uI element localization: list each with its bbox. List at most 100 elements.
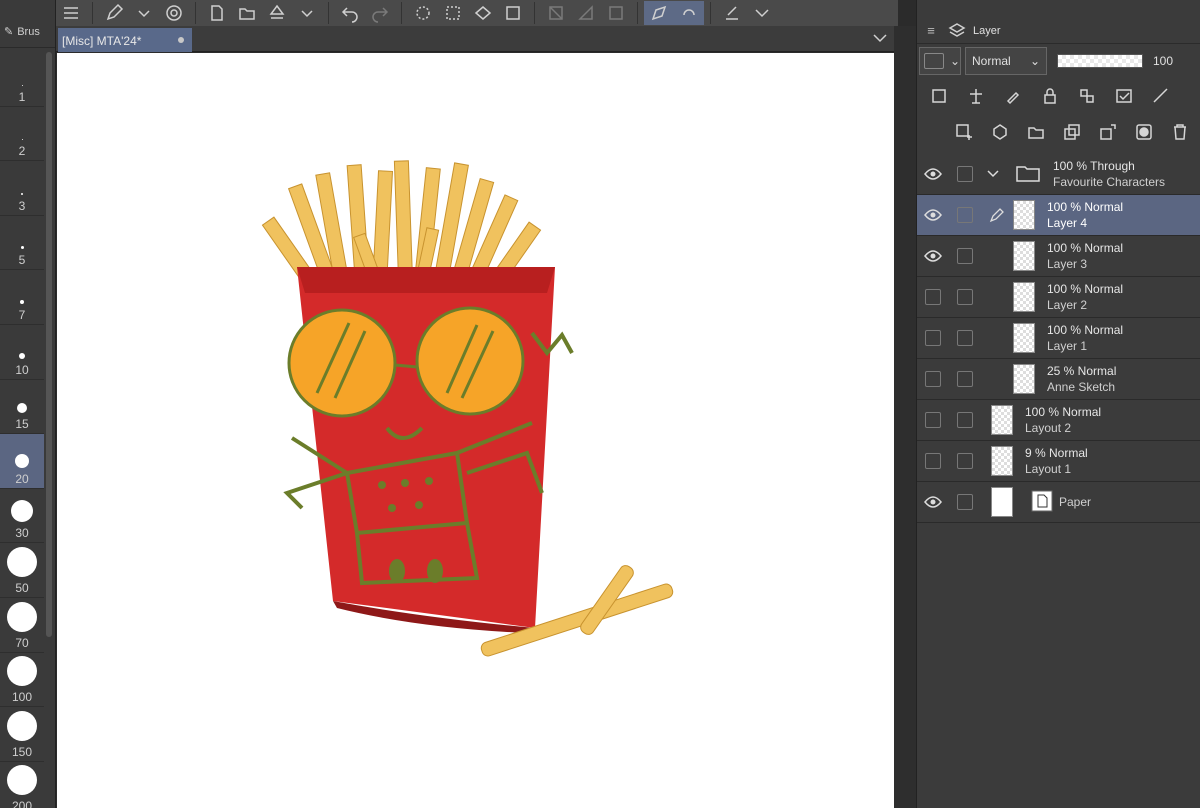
layer-row-layout2[interactable]: 100 % Normal Layout 2: [917, 400, 1200, 441]
brush-size-3[interactable]: 3: [0, 161, 44, 216]
unsaved-dot-icon[interactable]: [178, 37, 184, 43]
new-vector-layer-icon[interactable]: [988, 120, 1012, 144]
visibility-checkbox[interactable]: [917, 330, 949, 346]
layer-row-folder[interactable]: 100 % Through Favourite Characters: [917, 154, 1200, 195]
visibility-checkbox[interactable]: [917, 412, 949, 428]
menu-icon[interactable]: [56, 1, 86, 25]
select-eraser-icon[interactable]: [674, 1, 704, 25]
brush-size-2[interactable]: 2: [0, 107, 44, 162]
undo-icon[interactable]: [335, 1, 365, 25]
drawing-canvas[interactable]: [57, 53, 894, 808]
chevron-down-icon[interactable]: [292, 1, 322, 25]
layer-select-checkbox[interactable]: [957, 248, 973, 264]
eye-icon[interactable]: [917, 496, 949, 508]
opacity-slider[interactable]: [1057, 54, 1143, 68]
layer-select-checkbox[interactable]: [957, 371, 973, 387]
brush-size-1[interactable]: 1: [0, 52, 44, 107]
brush-size-10[interactable]: 10: [0, 325, 44, 380]
layer-mask-icon[interactable]: [1132, 120, 1156, 144]
transform-icon[interactable]: [468, 1, 498, 25]
crop-icon[interactable]: [498, 1, 528, 25]
layer-row-anne[interactable]: 25 % Normal Anne Sketch: [917, 359, 1200, 400]
layer-move-icon[interactable]: [717, 1, 747, 25]
brush-size-30[interactable]: 30: [0, 489, 44, 544]
edit-icon[interactable]: [99, 1, 129, 25]
mask-enable-icon[interactable]: [1112, 84, 1136, 108]
eye-icon[interactable]: [917, 250, 949, 262]
chevron-down-icon[interactable]: [985, 165, 1001, 184]
delete-layer-icon[interactable]: [1168, 120, 1192, 144]
brush-size-70[interactable]: 70: [0, 598, 44, 653]
layer-name: Favourite Characters: [1053, 175, 1166, 189]
eye-icon[interactable]: [917, 168, 949, 180]
layer-row-layout1[interactable]: 9 % Normal Layout 1: [917, 441, 1200, 482]
visibility-checkbox[interactable]: [917, 289, 949, 305]
copy-layer-icon[interactable]: [1060, 120, 1084, 144]
layer-select-checkbox[interactable]: [957, 166, 973, 182]
lock-transparency-icon[interactable]: [1075, 84, 1099, 108]
draft-layer-icon[interactable]: [1001, 84, 1025, 108]
chevron-down-icon[interactable]: [129, 1, 159, 25]
layer-select-checkbox[interactable]: [957, 494, 973, 510]
redo-icon[interactable]: [365, 1, 395, 25]
chevron-down-icon[interactable]: [872, 30, 888, 46]
new-folder-icon[interactable]: [1024, 120, 1048, 144]
toolbar-divider: [637, 2, 638, 24]
chevron-down-icon[interactable]: [747, 1, 777, 25]
reference-layer-icon[interactable]: [964, 84, 988, 108]
brush-panel-scrollbar[interactable]: [46, 52, 52, 637]
blank-icon[interactable]: [601, 1, 631, 25]
toolbar-divider: [534, 2, 535, 24]
fill-icon[interactable]: [571, 1, 601, 25]
opacity-value[interactable]: 100: [1153, 54, 1173, 68]
brush-size-label: 1: [18, 89, 26, 104]
brush-panel-header: ✎ Brus: [0, 0, 55, 48]
deselect-icon[interactable]: [541, 1, 571, 25]
brush-size-50[interactable]: 50: [0, 543, 44, 598]
select-all-icon[interactable]: [438, 1, 468, 25]
brush-size-7[interactable]: 7: [0, 270, 44, 325]
layer-select-checkbox[interactable]: [957, 207, 973, 223]
select-pen-icon[interactable]: [644, 1, 674, 25]
layer-row-layer2[interactable]: 100 % Normal Layer 2: [917, 277, 1200, 318]
layer-name: Layout 2: [1025, 421, 1072, 435]
visibility-checkbox[interactable]: [917, 371, 949, 387]
brush-size-label: 200: [11, 799, 33, 808]
layer-select-checkbox[interactable]: [957, 330, 973, 346]
layer-row-paper[interactable]: Paper: [917, 482, 1200, 523]
merge-down-icon[interactable]: [1096, 120, 1120, 144]
lock-icon[interactable]: [1038, 84, 1062, 108]
brush-size-5[interactable]: 5: [0, 216, 44, 271]
spiral-icon[interactable]: [159, 1, 189, 25]
layer-name: Layer 3: [1047, 257, 1088, 271]
layer-color-select[interactable]: ⌄: [919, 47, 961, 75]
layer-label: 100 % Normal Layer 3: [1047, 240, 1123, 272]
layer-label: 100 % Normal Layer 1: [1047, 322, 1123, 354]
brush-size-20[interactable]: 20: [0, 434, 44, 489]
brush-size-150[interactable]: 150: [0, 707, 44, 762]
ruler-enable-icon[interactable]: [1149, 84, 1173, 108]
loading-icon[interactable]: [408, 1, 438, 25]
brush-size-15[interactable]: 15: [0, 380, 44, 435]
document-tab[interactable]: [Misc] MTA'24*: [58, 28, 192, 52]
brush-size-100[interactable]: 100: [0, 653, 44, 708]
export-icon[interactable]: [262, 1, 292, 25]
new-raster-layer-icon[interactable]: [952, 120, 976, 144]
new-file-icon[interactable]: [202, 1, 232, 25]
layer-row-layer4[interactable]: 100 % Normal Layer 4: [917, 195, 1200, 236]
layer-select-checkbox[interactable]: [957, 453, 973, 469]
layer-thumbnail: [1013, 323, 1035, 353]
layer-select-checkbox[interactable]: [957, 412, 973, 428]
eye-icon[interactable]: [917, 209, 949, 221]
clip-layer-icon[interactable]: [927, 84, 951, 108]
menu-icon[interactable]: ≡: [921, 23, 941, 38]
brush-size-200[interactable]: 200: [0, 762, 44, 808]
layer-row-layer1[interactable]: 100 % Normal Layer 1: [917, 318, 1200, 359]
visibility-checkbox[interactable]: [917, 453, 949, 469]
brush-size-label: 100: [11, 690, 33, 705]
layer-row-layer3[interactable]: 100 % Normal Layer 3: [917, 236, 1200, 277]
layer-name: Layer 4: [1047, 216, 1088, 230]
blend-mode-select[interactable]: Normal ⌄: [965, 47, 1047, 75]
layer-select-checkbox[interactable]: [957, 289, 973, 305]
open-folder-icon[interactable]: [232, 1, 262, 25]
